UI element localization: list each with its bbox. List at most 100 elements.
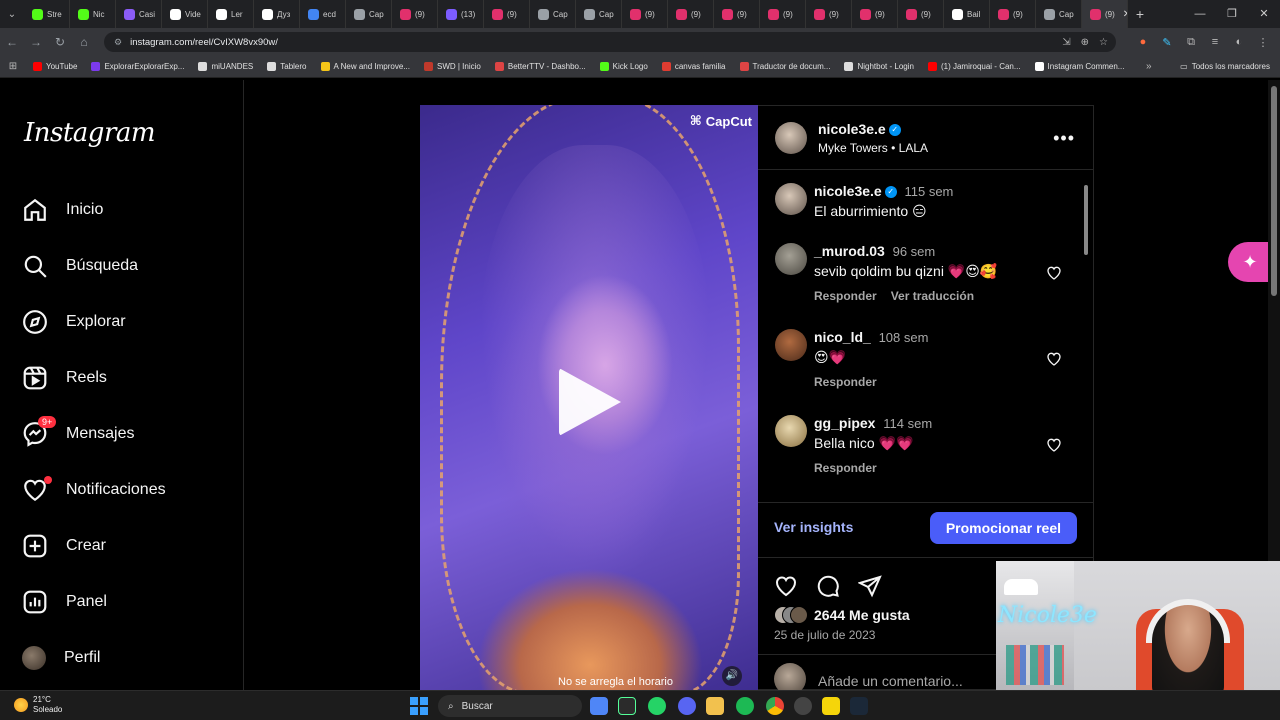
reply-button[interactable]: Responder <box>814 289 877 303</box>
minimize-icon[interactable]: — <box>1184 0 1216 28</box>
more-bookmarks-icon[interactable]: » <box>1146 56 1152 78</box>
weather-widget[interactable]: 21°C Soleado <box>14 695 62 715</box>
avatar[interactable] <box>775 243 807 275</box>
sidebar-item-perfil[interactable]: Perfil <box>22 638 222 678</box>
zoom-icon[interactable]: ⊕ <box>1081 37 1089 48</box>
bookmark-star-icon[interactable]: ☆ <box>1099 37 1108 48</box>
bookmark-item[interactable]: canvas familia <box>655 62 733 71</box>
bookmark-item[interactable]: Nightbot - Login <box>837 62 920 71</box>
instagram-logo[interactable]: Instagram <box>24 118 156 148</box>
address-bar[interactable]: ⚙ instagram.com/reel/CvIXW8vx90w/ ⇲ ⊕ ☆ <box>104 32 1116 52</box>
extension-icon-1[interactable]: ● <box>1134 36 1152 48</box>
bookmark-item[interactable]: BetterTTV - Dashbo... <box>488 62 593 71</box>
browser-tab[interactable]: (9) <box>484 0 530 28</box>
notes-app-icon[interactable] <box>590 697 608 715</box>
sidebar-item-crear[interactable]: Crear <box>22 526 222 566</box>
browser-tab[interactable]: Ler <box>208 0 254 28</box>
bookmark-item[interactable]: ExplorarExplorarExp... <box>84 62 191 71</box>
chrome-menu-icon[interactable]: ⋮ <box>1254 36 1272 49</box>
discord-icon[interactable] <box>678 697 696 715</box>
file-explorer-icon[interactable] <box>706 697 724 715</box>
browser-tab[interactable]: (9) <box>990 0 1036 28</box>
close-window-icon[interactable]: ✕ <box>1248 0 1280 28</box>
settings-gear-icon[interactable] <box>794 697 812 715</box>
see-translation-button[interactable]: Ver traducción <box>891 289 974 303</box>
audio-link[interactable]: Myke Towers • LALA <box>818 141 928 155</box>
bookmark-item[interactable]: (1) Jamiroquai - Can... <box>921 62 1028 71</box>
browser-tab[interactable]: (9) <box>714 0 760 28</box>
browser-tab[interactable]: (9) <box>852 0 898 28</box>
like-comment-heart-icon[interactable] <box>1046 437 1062 453</box>
tab-search-icon[interactable]: ⌄ <box>0 0 24 28</box>
like-comment-heart-icon[interactable] <box>1046 265 1062 281</box>
browser-tab[interactable]: Nic <box>70 0 116 28</box>
sticky-notes-icon[interactable] <box>822 697 840 715</box>
new-tab-button[interactable]: + <box>1128 6 1152 22</box>
profile-avatar-icon[interactable]: ◐ <box>1230 36 1248 48</box>
browser-tab[interactable]: Casi <box>116 0 162 28</box>
bookmark-item[interactable]: YouTube <box>26 62 84 71</box>
extensions-puzzle-icon[interactable]: ⧉ <box>1182 36 1200 49</box>
comment-username[interactable]: nicole3e.e <box>814 183 882 199</box>
browser-tab[interactable]: (13) <box>438 0 484 28</box>
back-icon[interactable]: ← <box>0 35 24 49</box>
reply-button[interactable]: Responder <box>814 461 877 475</box>
avatar[interactable] <box>775 329 807 361</box>
sidebar-item-explorar[interactable]: Explorar <box>22 302 222 342</box>
floating-extension-icon[interactable]: ✦ <box>1228 242 1268 282</box>
comment-username[interactable]: nico_ld_ <box>814 329 871 345</box>
steam-icon[interactable] <box>850 697 868 715</box>
browser-tab[interactable]: Cap <box>1036 0 1082 28</box>
like-comment-heart-icon[interactable] <box>1046 351 1062 367</box>
comment-username[interactable]: gg_pipex <box>814 415 875 431</box>
windows-start-icon[interactable] <box>410 697 428 715</box>
apps-grid-icon[interactable]: ⊞ <box>0 61 26 72</box>
taskbar-search[interactable]: ⌕ Buscar <box>438 695 582 717</box>
avatar[interactable] <box>775 183 807 215</box>
bookmark-item[interactable]: Instagram Commen... <box>1028 62 1132 71</box>
volume-icon[interactable]: 🔊 <box>722 666 742 686</box>
bookmark-item[interactable]: Traductor de docum... <box>733 62 838 71</box>
sidebar-item-inicio[interactable]: Inicio <box>22 190 222 230</box>
maximize-icon[interactable]: ❐ <box>1216 0 1248 28</box>
bookmark-item[interactable]: A New and Improve... <box>314 62 417 71</box>
forward-icon[interactable]: → <box>24 35 48 49</box>
browser-tab[interactable]: Cap <box>576 0 622 28</box>
browser-tab[interactable]: Bail <box>944 0 990 28</box>
add-comment-input[interactable]: Añade un comentario... <box>818 673 963 689</box>
more-options-icon[interactable]: ••• <box>1053 128 1075 149</box>
home-page-icon[interactable]: ⌂ <box>72 35 96 49</box>
bookmark-item[interactable]: SWD | Inicio <box>417 62 488 71</box>
browser-tab[interactable]: (9) <box>622 0 668 28</box>
comment-bubble-icon[interactable] <box>816 574 840 598</box>
browser-tab[interactable]: Cap <box>346 0 392 28</box>
comment-username[interactable]: _murod.03 <box>814 243 885 259</box>
avatar[interactable] <box>775 415 807 447</box>
extension-icon-2[interactable]: ✎ <box>1158 36 1176 49</box>
site-info-icon[interactable]: ⚙ <box>114 37 122 48</box>
view-insights-link[interactable]: Ver insights <box>774 519 853 535</box>
sidebar-item-busqueda[interactable]: Búsqueda <box>22 246 222 286</box>
reload-icon[interactable]: ↻ <box>48 35 72 49</box>
browser-tab[interactable]: Дуз <box>254 0 300 28</box>
browser-tab[interactable]: (9) <box>898 0 944 28</box>
like-heart-icon[interactable] <box>774 574 798 598</box>
sidebar-item-notificaciones[interactable]: Notificaciones <box>22 470 222 510</box>
spotify-icon[interactable] <box>736 697 754 715</box>
browser-tab[interactable]: Vide <box>162 0 208 28</box>
browser-tab[interactable]: (9) <box>668 0 714 28</box>
author-username[interactable]: nicole3e.e <box>818 121 886 137</box>
promote-reel-button[interactable]: Promocionar reel <box>929 512 1077 544</box>
share-send-icon[interactable] <box>858 574 882 598</box>
browser-tab[interactable]: (9) <box>806 0 852 28</box>
chrome-icon[interactable] <box>766 697 784 715</box>
bookmark-item[interactable]: Tablero <box>260 62 313 71</box>
browser-tab[interactable]: ecd <box>300 0 346 28</box>
likes-count[interactable]: 2644 Me gusta <box>814 607 910 623</box>
all-bookmarks-folder[interactable]: ▭ Todos los marcadores <box>1180 56 1270 78</box>
sidebar-item-reels[interactable]: Reels <box>22 358 222 398</box>
install-icon[interactable]: ⇲ <box>1062 37 1070 48</box>
author-avatar[interactable] <box>775 122 807 154</box>
sidebar-item-mensajes[interactable]: 9+ Mensajes <box>22 414 222 454</box>
comments-scrollbar[interactable] <box>1083 177 1089 485</box>
